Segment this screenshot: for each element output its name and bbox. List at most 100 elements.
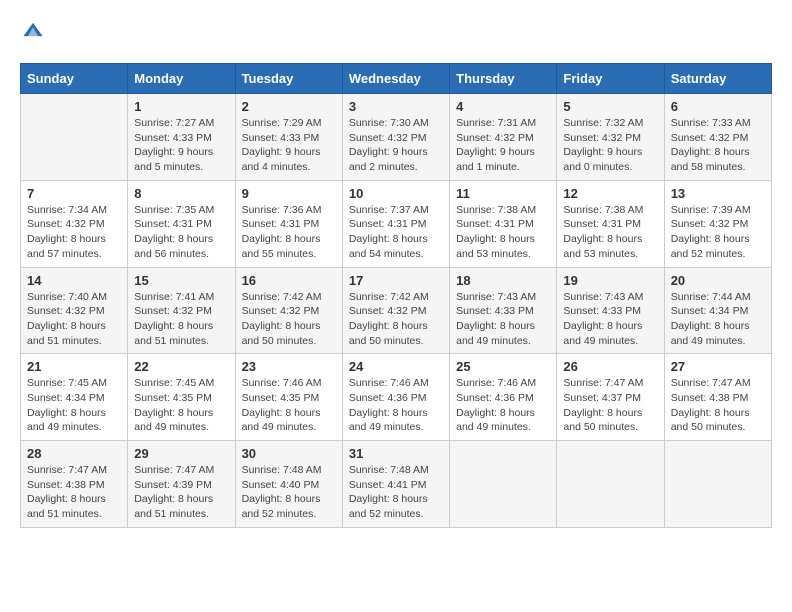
calendar-table: SundayMondayTuesdayWednesdayThursdayFrid… (20, 63, 772, 528)
calendar-cell: 4 Sunrise: 7:31 AM Sunset: 4:32 PM Daylig… (450, 94, 557, 181)
day-info: Sunrise: 7:42 AM Sunset: 4:32 PM Dayligh… (349, 290, 443, 349)
day-info: Sunrise: 7:32 AM Sunset: 4:32 PM Dayligh… (563, 116, 657, 175)
day-number: 3 (349, 99, 443, 114)
logo-icon (22, 20, 44, 42)
calendar-cell: 14 Sunrise: 7:40 AM Sunset: 4:32 PM Dayli… (21, 267, 128, 354)
day-info: Sunrise: 7:35 AM Sunset: 4:31 PM Dayligh… (134, 203, 228, 262)
calendar-cell: 24 Sunrise: 7:46 AM Sunset: 4:36 PM Dayli… (342, 354, 449, 441)
calendar-cell: 5 Sunrise: 7:32 AM Sunset: 4:32 PM Daylig… (557, 94, 664, 181)
calendar-cell: 19 Sunrise: 7:43 AM Sunset: 4:33 PM Dayli… (557, 267, 664, 354)
day-number: 19 (563, 273, 657, 288)
day-info: Sunrise: 7:45 AM Sunset: 4:35 PM Dayligh… (134, 376, 228, 435)
calendar-cell: 31Sunrise: 7:48 AM Sunset: 4:41 PM Dayli… (342, 441, 449, 528)
day-number: 29 (134, 446, 228, 461)
logo (20, 20, 46, 47)
day-header-wednesday: Wednesday (342, 64, 449, 94)
calendar-cell: 25 Sunrise: 7:46 AM Sunset: 4:36 PM Dayli… (450, 354, 557, 441)
day-info: Sunrise: 7:38 AM Sunset: 4:31 PM Dayligh… (563, 203, 657, 262)
calendar-cell: 1 Sunrise: 7:27 AM Sunset: 4:33 PM Daylig… (128, 94, 235, 181)
day-number: 4 (456, 99, 550, 114)
week-row-3: 14 Sunrise: 7:40 AM Sunset: 4:32 PM Dayli… (21, 267, 772, 354)
day-number: 24 (349, 359, 443, 374)
calendar-cell: 10 Sunrise: 7:37 AM Sunset: 4:31 PM Dayli… (342, 180, 449, 267)
calendar-cell: 22 Sunrise: 7:45 AM Sunset: 4:35 PM Dayli… (128, 354, 235, 441)
day-number: 15 (134, 273, 228, 288)
day-info: Sunrise: 7:43 AM Sunset: 4:33 PM Dayligh… (456, 290, 550, 349)
day-header-monday: Monday (128, 64, 235, 94)
calendar-cell: 6 Sunrise: 7:33 AM Sunset: 4:32 PM Daylig… (664, 94, 771, 181)
week-row-2: 7 Sunrise: 7:34 AM Sunset: 4:32 PM Daylig… (21, 180, 772, 267)
calendar-cell: 20 Sunrise: 7:44 AM Sunset: 4:34 PM Dayli… (664, 267, 771, 354)
calendar-cell: 9Sunrise: 7:36 AM Sunset: 4:31 PM Daylig… (235, 180, 342, 267)
day-number: 26 (563, 359, 657, 374)
calendar-cell: 23Sunrise: 7:46 AM Sunset: 4:35 PM Dayli… (235, 354, 342, 441)
calendar-cell (557, 441, 664, 528)
day-info: Sunrise: 7:27 AM Sunset: 4:33 PM Dayligh… (134, 116, 228, 175)
day-info: Sunrise: 7:40 AM Sunset: 4:32 PM Dayligh… (27, 290, 121, 349)
day-info: Sunrise: 7:37 AM Sunset: 4:31 PM Dayligh… (349, 203, 443, 262)
week-row-4: 21 Sunrise: 7:45 AM Sunset: 4:34 PM Dayli… (21, 354, 772, 441)
calendar-cell: 8 Sunrise: 7:35 AM Sunset: 4:31 PM Daylig… (128, 180, 235, 267)
calendar-cell: 3 Sunrise: 7:30 AM Sunset: 4:32 PM Daylig… (342, 94, 449, 181)
day-header-friday: Friday (557, 64, 664, 94)
calendar-cell (450, 441, 557, 528)
day-info: Sunrise: 7:34 AM Sunset: 4:32 PM Dayligh… (27, 203, 121, 262)
day-number: 20 (671, 273, 765, 288)
day-number: 17 (349, 273, 443, 288)
day-info: Sunrise: 7:41 AM Sunset: 4:32 PM Dayligh… (134, 290, 228, 349)
day-number: 27 (671, 359, 765, 374)
week-row-5: 28Sunrise: 7:47 AM Sunset: 4:38 PM Dayli… (21, 441, 772, 528)
day-info: Sunrise: 7:47 AM Sunset: 4:38 PM Dayligh… (671, 376, 765, 435)
day-info: Sunrise: 7:46 AM Sunset: 4:36 PM Dayligh… (456, 376, 550, 435)
day-number: 5 (563, 99, 657, 114)
calendar-cell: 21 Sunrise: 7:45 AM Sunset: 4:34 PM Dayli… (21, 354, 128, 441)
day-number: 28 (27, 446, 121, 461)
calendar-cell: 18 Sunrise: 7:43 AM Sunset: 4:33 PM Dayli… (450, 267, 557, 354)
calendar-cell: 27 Sunrise: 7:47 AM Sunset: 4:38 PM Dayli… (664, 354, 771, 441)
day-info: Sunrise: 7:31 AM Sunset: 4:32 PM Dayligh… (456, 116, 550, 175)
day-number: 23 (242, 359, 336, 374)
day-number: 14 (27, 273, 121, 288)
calendar-cell: 12 Sunrise: 7:38 AM Sunset: 4:31 PM Dayli… (557, 180, 664, 267)
day-info: Sunrise: 7:44 AM Sunset: 4:34 PM Dayligh… (671, 290, 765, 349)
day-number: 21 (27, 359, 121, 374)
calendar-cell: 2Sunrise: 7:29 AM Sunset: 4:33 PM Daylig… (235, 94, 342, 181)
calendar-cell: 29Sunrise: 7:47 AM Sunset: 4:39 PM Dayli… (128, 441, 235, 528)
day-info: Sunrise: 7:39 AM Sunset: 4:32 PM Dayligh… (671, 203, 765, 262)
day-number: 9 (242, 186, 336, 201)
calendar-cell (664, 441, 771, 528)
day-info: Sunrise: 7:33 AM Sunset: 4:32 PM Dayligh… (671, 116, 765, 175)
calendar-cell: 13Sunrise: 7:39 AM Sunset: 4:32 PM Dayli… (664, 180, 771, 267)
calendar-cell: 30 Sunrise: 7:48 AM Sunset: 4:40 PM Dayli… (235, 441, 342, 528)
day-header-tuesday: Tuesday (235, 64, 342, 94)
day-header-thursday: Thursday (450, 64, 557, 94)
day-info: Sunrise: 7:43 AM Sunset: 4:33 PM Dayligh… (563, 290, 657, 349)
day-info: Sunrise: 7:30 AM Sunset: 4:32 PM Dayligh… (349, 116, 443, 175)
day-info: Sunrise: 7:38 AM Sunset: 4:31 PM Dayligh… (456, 203, 550, 262)
day-info: Sunrise: 7:42 AM Sunset: 4:32 PM Dayligh… (242, 290, 336, 349)
calendar-cell: 17 Sunrise: 7:42 AM Sunset: 4:32 PM Dayli… (342, 267, 449, 354)
day-info: Sunrise: 7:47 AM Sunset: 4:37 PM Dayligh… (563, 376, 657, 435)
page-header (20, 20, 772, 47)
day-info: Sunrise: 7:46 AM Sunset: 4:36 PM Dayligh… (349, 376, 443, 435)
day-header-saturday: Saturday (664, 64, 771, 94)
day-number: 18 (456, 273, 550, 288)
day-number: 7 (27, 186, 121, 201)
calendar-cell: 11Sunrise: 7:38 AM Sunset: 4:31 PM Dayli… (450, 180, 557, 267)
day-number: 12 (563, 186, 657, 201)
day-info: Sunrise: 7:45 AM Sunset: 4:34 PM Dayligh… (27, 376, 121, 435)
day-number: 30 (242, 446, 336, 461)
day-number: 6 (671, 99, 765, 114)
calendar-cell: 28Sunrise: 7:47 AM Sunset: 4:38 PM Dayli… (21, 441, 128, 528)
day-number: 1 (134, 99, 228, 114)
day-info: Sunrise: 7:48 AM Sunset: 4:40 PM Dayligh… (242, 463, 336, 522)
day-number: 31 (349, 446, 443, 461)
day-number: 22 (134, 359, 228, 374)
day-number: 10 (349, 186, 443, 201)
calendar-cell (21, 94, 128, 181)
day-number: 8 (134, 186, 228, 201)
calendar-cell: 26 Sunrise: 7:47 AM Sunset: 4:37 PM Dayli… (557, 354, 664, 441)
day-number: 16 (242, 273, 336, 288)
day-number: 25 (456, 359, 550, 374)
day-info: Sunrise: 7:29 AM Sunset: 4:33 PM Dayligh… (242, 116, 336, 175)
